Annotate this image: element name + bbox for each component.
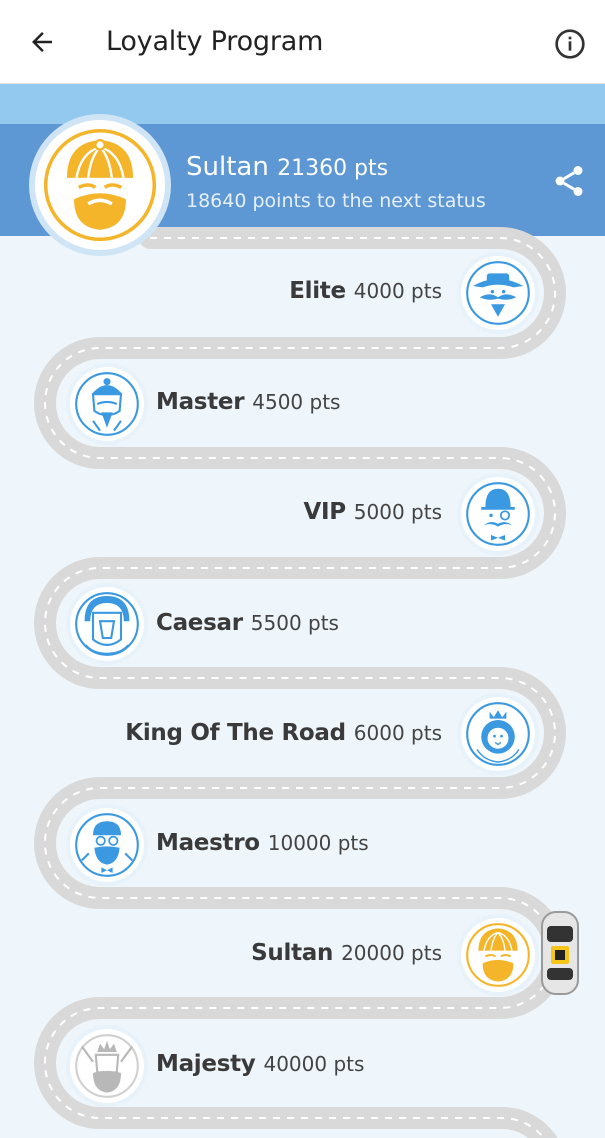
wise-master-icon (75, 372, 139, 436)
level-name: King Of The Road (125, 720, 346, 746)
cowboy-mustache-icon (466, 261, 530, 325)
level-name: Maestro (156, 830, 260, 856)
level-name: Caesar (156, 610, 243, 636)
level-name: Majesty (156, 1051, 256, 1077)
level-vip[interactable]: VIP 5000 pts (303, 499, 442, 539)
level-name: Sultan (251, 940, 334, 966)
level-master[interactable]: Master 4500 pts (156, 389, 340, 429)
level-name: VIP (303, 499, 346, 525)
level-caesar[interactable]: Caesar 5500 pts (156, 610, 339, 650)
level-icon-majesty[interactable] (70, 1029, 144, 1103)
level-icon-maestro[interactable] (70, 808, 144, 882)
level-icon-sultan[interactable] (461, 918, 535, 992)
sultan-turban-icon (466, 923, 530, 987)
level-points: 6000 pts (353, 721, 442, 745)
level-maestro[interactable]: Maestro 10000 pts (156, 830, 369, 870)
level-icon-vip[interactable] (461, 477, 535, 551)
share-icon (555, 166, 583, 196)
maestro-conductor-icon (75, 813, 139, 877)
level-elite[interactable]: Elite 4000 pts (289, 278, 442, 318)
level-king-of-the-road[interactable]: King Of The Road 6000 pts (125, 720, 442, 760)
current-status-avatar (29, 114, 171, 256)
level-points: 4500 pts (252, 390, 341, 414)
level-points: 5500 pts (250, 611, 339, 635)
level-points: 20000 pts (341, 941, 442, 965)
roman-helmet-icon (75, 592, 139, 656)
level-icon-caesar[interactable] (70, 587, 144, 661)
level-points: 40000 pts (263, 1052, 365, 1076)
level-icon-king-of-the-road[interactable] (461, 697, 535, 771)
current-status-points: 21360 pts (277, 156, 389, 181)
next-status-text: 18640 points to the next status (186, 190, 486, 212)
level-points: 4000 pts (353, 279, 442, 303)
level-icon-master[interactable] (70, 367, 144, 441)
current-status: Sultan 21360 pts (186, 152, 388, 182)
level-name: Elite (289, 278, 346, 304)
level-points: 10000 pts (267, 831, 369, 855)
level-name: Master (156, 389, 245, 415)
share-button[interactable] (548, 160, 590, 202)
level-points: 5000 pts (353, 500, 442, 524)
king-crown-icon (75, 1034, 139, 1098)
current-status-name: Sultan (186, 152, 269, 182)
sultan-turban-icon (43, 128, 157, 242)
bowler-hat-monocle-icon (466, 482, 530, 546)
lion-crown-icon (466, 702, 530, 766)
level-sultan[interactable]: Sultan 20000 pts (251, 940, 442, 980)
car-icon (541, 911, 579, 995)
level-majesty[interactable]: Majesty 40000 pts (156, 1051, 364, 1091)
level-icon-elite[interactable] (461, 256, 535, 330)
